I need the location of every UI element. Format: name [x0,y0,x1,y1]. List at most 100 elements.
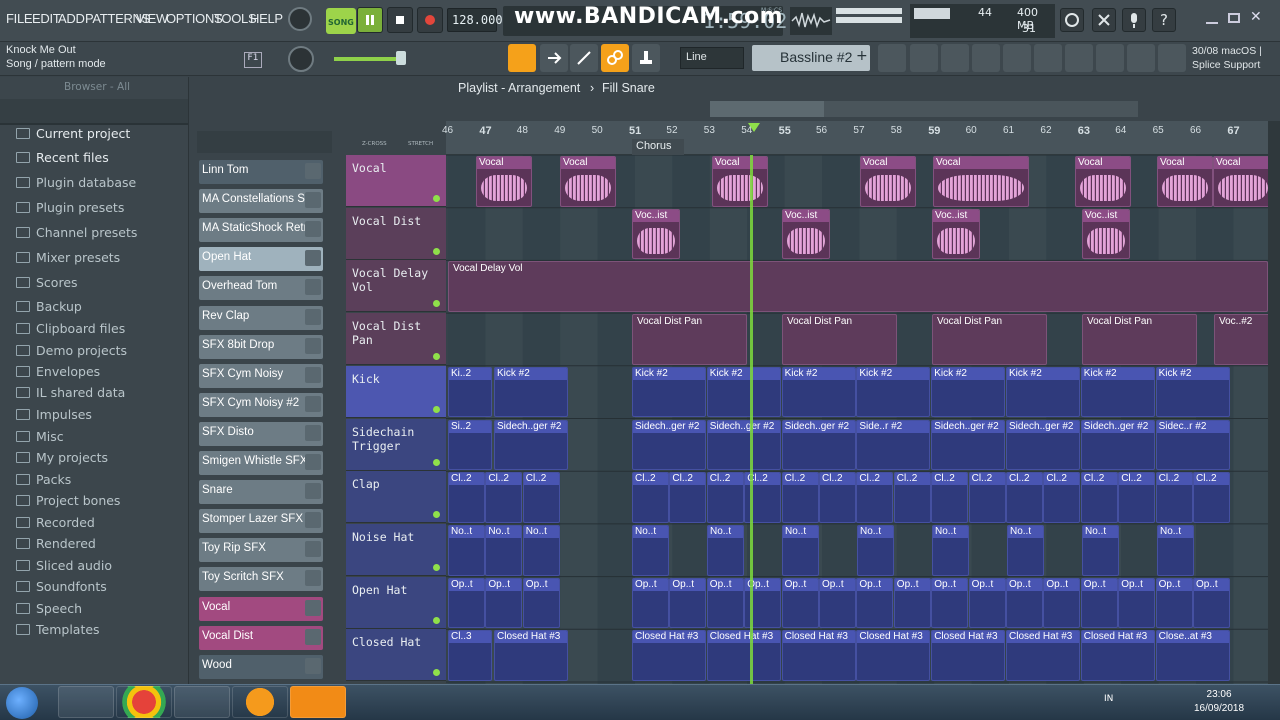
taskbar-chrome[interactable] [116,686,172,718]
menu-file[interactable]: FILE [6,11,33,26]
menu-help[interactable]: HELP [250,11,283,26]
master-pitch-knob[interactable] [288,46,314,72]
track-header[interactable]: Vocal Dist Pan [346,313,446,366]
channel-button[interactable]: SFX Cym Noisy #2 [199,392,323,417]
browser-item[interactable]: Recorded [16,515,95,530]
start-button[interactable] [6,687,38,719]
track-mute-led[interactable] [433,300,440,308]
playlist-clip[interactable]: Op..t [1080,577,1118,629]
channel-target-icon[interactable] [305,250,321,267]
track-mute-led[interactable] [433,458,440,466]
track-mute-led[interactable] [433,247,440,255]
playlist-clip[interactable]: Kick #2 [781,366,856,418]
playlist-clip[interactable]: Vocal [476,156,532,207]
pattern-selector[interactable]: Bassline #2 [752,45,870,71]
piano-roll-view-button[interactable] [941,44,969,72]
menu-edit[interactable]: EDIT [32,11,61,26]
microphone-button[interactable] [1122,8,1146,32]
playlist-clip[interactable]: Closed Hat #3 [1006,630,1080,681]
channel-button[interactable]: MA Constellations Sh.. [199,189,323,214]
playlist-clip[interactable]: Closed Hat #3 [632,630,706,681]
channel-button[interactable]: SFX Cym Noisy [199,363,323,388]
playlist-clip[interactable]: Closed Hat #3 [494,630,568,681]
playlist-clip[interactable]: Op..t [669,577,707,629]
channel-rack-button[interactable] [910,44,938,72]
channel-button[interactable]: MA StaticShock Retro.. [199,218,323,243]
playlist-clip[interactable]: Vocal Dist Pan [632,314,747,365]
marker-chorus[interactable]: Chorus [632,139,684,155]
taskbar-fl-studio-2[interactable] [290,686,346,718]
playlist-clip[interactable]: Sidec..r #2 [1155,419,1230,471]
playlist-clip[interactable]: No..t [485,524,523,576]
playlist-clip[interactable]: Cl..2 [1118,472,1156,523]
breadcrumb-pattern[interactable]: Fill Snare [602,81,655,95]
playlist-clip[interactable]: No..t [632,524,669,576]
playlist-clip[interactable]: Closed Hat #3 [856,630,931,681]
track-mute-led[interactable] [433,405,440,413]
playlist-clip[interactable]: Si..2 [448,419,492,471]
playlist-clip[interactable]: No..t [1082,524,1119,576]
maximize-icon[interactable] [1228,13,1240,23]
taskbar-app[interactable] [174,686,230,718]
channel-button[interactable]: Toy Rip SFX [199,538,323,563]
channel-target-icon[interactable] [305,599,321,616]
channel-button[interactable]: Stomper Lazer SFX [199,509,323,534]
track-header[interactable]: Vocal Delay Vol [346,260,446,313]
playlist-clip[interactable]: Vocal [712,156,768,207]
download-icon[interactable] [1158,44,1186,72]
playlist-clip[interactable]: Cl..2 [522,472,560,523]
tools-button[interactable] [1092,8,1116,32]
playlist-clip[interactable]: Closed Hat #3 [706,630,781,681]
channel-target-icon[interactable] [305,337,321,354]
playlist-clip[interactable]: Cl..2 [1155,472,1193,523]
playlist-clip[interactable]: Sidech..ger #2 [781,419,856,471]
playlist-clip[interactable]: Kick #2 [1006,366,1080,418]
track-header[interactable]: Open Hat [346,576,446,629]
channel-target-icon[interactable] [305,541,321,558]
playlist-clip[interactable]: Close..at #3 [1155,630,1230,681]
playlist-clip[interactable]: No..t [1007,524,1044,576]
close-icon[interactable]: ✕ [1250,9,1262,25]
playlist-clip[interactable]: No..t [707,524,744,576]
playlist-clip[interactable]: No..t [782,524,819,576]
playlist-clip[interactable]: Op..t [448,577,485,629]
playlist-clip[interactable]: Cl..2 [1193,472,1230,523]
playlist-clip[interactable]: Sidech..ger #2 [494,419,568,471]
draw-tool-button[interactable] [570,44,598,72]
playlist-clip[interactable]: Cl..2 [931,472,969,523]
playlist-clip[interactable]: Cl..2 [706,472,744,523]
playlist-clip[interactable]: Op..t [1155,577,1193,629]
browser-item[interactable]: Soundfonts [16,579,107,594]
tempo-tapper-button[interactable] [1127,44,1155,72]
playlist-clip[interactable]: Voc..ist [932,208,980,260]
playlist-clip[interactable]: Op..t [781,577,819,629]
track-header[interactable]: Vocal [346,155,446,207]
browser-item[interactable]: IL shared data [16,385,125,400]
taskbar-explorer[interactable] [58,686,114,718]
playlist-clip[interactable]: Vocal [1075,156,1131,207]
menu-add[interactable]: ADD [58,11,85,26]
track-mute-led[interactable] [433,353,440,361]
playlist-clip[interactable]: Side..r #2 [856,419,931,471]
channel-target-icon[interactable] [305,483,321,500]
browser-item[interactable]: Rendered [16,536,96,551]
playlist-overview[interactable] [710,101,1138,117]
browser-item[interactable]: Packs [16,472,71,487]
browser-view-button[interactable] [1034,44,1062,72]
playlist-clip[interactable]: Vocal Dist Pan [932,314,1047,365]
channel-button[interactable]: Toy Scritch SFX [199,567,323,592]
playlist-clip[interactable]: Op..t [931,577,969,629]
playlist-clip[interactable]: Vocal [560,156,616,207]
browser-item[interactable]: Speech [16,601,82,616]
browser-item[interactable]: Envelopes [16,364,100,379]
link-button[interactable] [601,44,629,72]
channel-button[interactable]: Linn Tom [199,160,323,184]
playlist-clip[interactable]: Kick #2 [1080,366,1155,418]
track-header[interactable]: Clap [346,471,446,524]
browser-item[interactable]: My projects [16,450,108,465]
track-header[interactable]: Kick [346,365,446,418]
track-header[interactable]: Noise Hat [346,523,446,576]
channel-target-icon[interactable] [305,628,321,645]
channel-button[interactable]: Wood [199,654,323,679]
song-mode-toggle[interactable]: SONG [326,8,356,34]
